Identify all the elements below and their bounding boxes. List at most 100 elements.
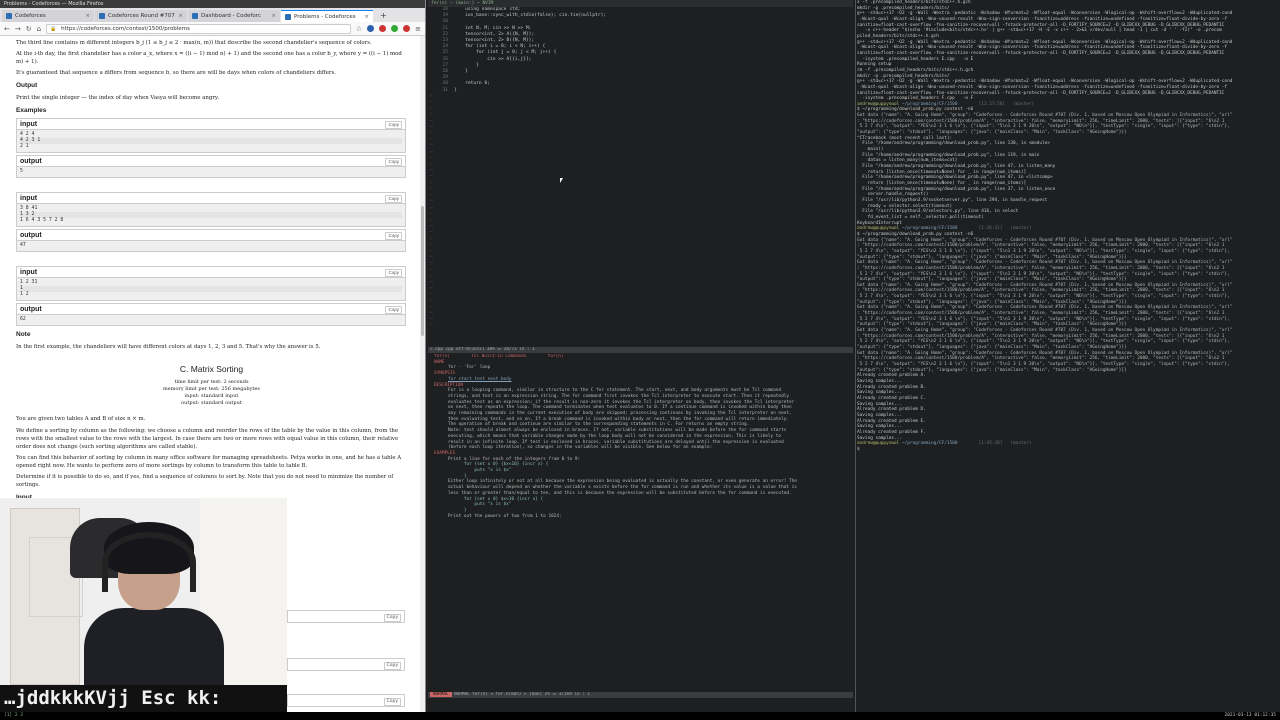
problem-c-p1: You are given two tables A and B of size… <box>16 416 146 423</box>
tab-strip: Codeforces × Codeforces Round #707 × Dashb… <box>0 8 425 22</box>
copy-button[interactable]: Copy <box>383 698 401 706</box>
input-file: input: standard input <box>184 393 239 400</box>
menu-icon[interactable]: ≡ <box>415 25 421 33</box>
code-text: cin >> A[{i,j}]; <box>454 56 532 62</box>
problem-c-title: C. Matrix Sorting <box>179 363 244 374</box>
keystroke-display: …jddkkkKVjj Esc kk: <box>0 685 287 712</box>
sample-output-box: output Copy 62 <box>16 302 406 326</box>
codeforces-favicon-icon <box>99 13 105 19</box>
sample-input-label: input Copy <box>17 266 405 278</box>
vim-mode-indicator: NORMAL <box>430 692 452 697</box>
tab-codeforces[interactable]: Codeforces × <box>2 10 94 22</box>
sample-output-label: output Copy <box>17 303 405 315</box>
copy-button[interactable]: Copy <box>385 121 402 130</box>
output-heading: Output <box>16 82 38 90</box>
shell-json-line: 5 2 7 4\n", "output": "YES\n2 3 1 6 \n"}… <box>857 248 1230 254</box>
sample-line: 2 1 <box>20 144 29 150</box>
extension-icon[interactable] <box>403 25 411 32</box>
tab-label: Codeforces Round #707 <box>108 13 175 19</box>
close-tab-icon[interactable]: × <box>178 10 183 22</box>
close-tab-icon[interactable]: × <box>85 10 90 22</box>
code-text: ios_base::sync_with_stdio(false); cin.ti… <box>454 13 607 19</box>
new-tab-icon[interactable]: + <box>374 10 393 22</box>
close-tab-icon[interactable]: × <box>364 11 369 22</box>
tab-round[interactable]: Codeforces Round #707 × <box>95 10 187 22</box>
copy-button[interactable]: Copy <box>385 268 402 277</box>
copy-button[interactable]: Copy <box>385 194 402 203</box>
copy-button[interactable]: Copy <box>383 662 401 670</box>
shell-json-line: : "https://codeforces.com/contest/1500/p… <box>857 311 1225 317</box>
code-text: return 0; <box>454 81 490 87</box>
code-text: using namespace std; <box>454 7 521 12</box>
extension-icon[interactable] <box>367 25 375 32</box>
sample-output-text: 5 <box>17 167 405 177</box>
sample-line: 1 6 4 3 5 7 2 8 <box>20 217 64 223</box>
mouse-cursor-icon <box>560 178 564 184</box>
reload-icon[interactable]: ↻ <box>26 25 32 33</box>
tab-label: Dashboard - Codeforc <box>201 13 261 19</box>
url-bar[interactable]: https://codeforces.com/contest/1500/prob… <box>46 23 351 34</box>
examples-list: input Copy 4 2 44 2 3 12 1 output Copy 5 input… <box>16 118 407 326</box>
sample-output-text: 47 <box>17 240 405 251</box>
back-icon[interactable]: ← <box>4 25 10 33</box>
sample-box: Copy <box>287 610 405 623</box>
shell-json-line: Got data {"name": "A. Going Home", "grou… <box>857 328 1233 334</box>
vim-command-line[interactable] <box>428 698 853 706</box>
copy-button[interactable]: Copy <box>383 614 401 622</box>
webcam-door <box>10 508 83 685</box>
vim-help-buffer[interactable]: for(n) Tcl Built-In Commands for(n) NAME f… <box>428 354 853 690</box>
extension-icon[interactable] <box>391 25 399 32</box>
code-text: tensor<int, 2> B({N, M}); <box>454 38 535 44</box>
tab-label: Problems - Codeforces <box>294 13 356 20</box>
shell-json-line: Got data {"name": "A. Going Home", "grou… <box>857 260 1233 266</box>
vim-title-bar: fer(n) — (main:) — NVIM <box>428 0 853 7</box>
line-number: 31 <box>442 87 448 93</box>
shell-terminal[interactable]: x -f .precompiled_headers/bits/stdc++.h.… <box>855 0 1280 712</box>
sample-input-text: 3 8 41 1 3 21 6 4 3 5 7 2 8 <box>17 203 405 226</box>
tab-label: Codeforces <box>15 13 46 19</box>
tab-problems[interactable]: Problems - Codeforces × <box>281 10 373 22</box>
vim-code-buffer[interactable]: 18 using namespace std; 19 ios_base::sync… <box>428 7 853 347</box>
sample-input-label: input Copy <box>17 119 405 131</box>
hidden-page-section: Copy Copy Copy <box>287 498 419 712</box>
forward-icon[interactable]: → <box>15 25 21 33</box>
prompt-path: ~/programming/CF/1500 <box>901 441 958 447</box>
copy-button[interactable]: Copy <box>385 305 402 314</box>
sample-input-box: input Copy 1 2 31 1 1 2 <box>16 265 406 301</box>
page-scrollbar[interactable] <box>420 36 425 712</box>
prompt-path: ~/programming/CF/1500 <box>901 226 958 232</box>
status-bar: [1] 2 3 2021-03-13 01:12:35 <box>0 712 1280 720</box>
vim-terminal[interactable]: fer(n) — (main:) — NVIM 18 using namespa… <box>428 0 853 712</box>
home-icon[interactable]: ⌂ <box>37 25 41 33</box>
workspace-indicator[interactable]: [1] 2 3 <box>4 712 23 720</box>
sample-input-box: input Copy 4 2 44 2 3 12 1 <box>16 118 406 153</box>
problem-c-limits: time limit per test: 2 seconds memory li… <box>16 379 407 407</box>
shell-line: sanitize=float-cast-overflow -fno-saniti… <box>857 50 1225 56</box>
problem-c-p4: Determine if it is possible to do so, an… <box>16 474 394 489</box>
problem-c-p2: We define a sorting by column as the fol… <box>16 427 399 450</box>
output-text: Print the single integer — the index of … <box>16 95 219 102</box>
shell-line: g++ -std=c++17 -O2 -g -Wall -Wextra -ped… <box>857 79 1233 85</box>
sample-line: 1 2 <box>20 291 29 297</box>
code-text: } <box>454 62 479 68</box>
copy-button[interactable]: Copy <box>385 158 402 166</box>
tab-dashboard[interactable]: Dashboard - Codeforc × <box>188 10 280 22</box>
bookmark-star-icon[interactable]: ☆ <box>356 25 362 33</box>
scrollbar-thumb[interactable] <box>421 206 424 336</box>
shell-json-line: : "https://codeforces.com/contest/1500/p… <box>857 265 1225 271</box>
sample-output-text: 62 <box>17 314 405 325</box>
prompt-user: andrew@puppyswol <box>857 441 902 447</box>
close-tab-icon[interactable]: × <box>271 10 276 22</box>
sample-box: Copy <box>287 694 405 707</box>
copy-button[interactable]: Copy <box>385 231 402 240</box>
code-text: tensor<int, 2> A({N, M}); <box>454 31 535 37</box>
codeforces-favicon-icon <box>6 13 12 19</box>
time-limit: time limit per test: 2 seconds <box>174 379 249 386</box>
desktop: Problems - Codeforces — Mozilla Firefox … <box>0 0 1280 720</box>
shell-output[interactable]: x -f .precompiled_headers/bits/stdc++.h.… <box>856 0 1280 712</box>
shell-command: $ <box>857 446 863 452</box>
clock: 2021-03-13 01:12:35 <box>1224 713 1276 718</box>
sample-input-label: input Copy <box>17 192 405 204</box>
extension-icon[interactable] <box>379 25 387 32</box>
shell-line: -Wcast-qual -Wcast-align -Wno-unused-res… <box>857 84 1228 90</box>
